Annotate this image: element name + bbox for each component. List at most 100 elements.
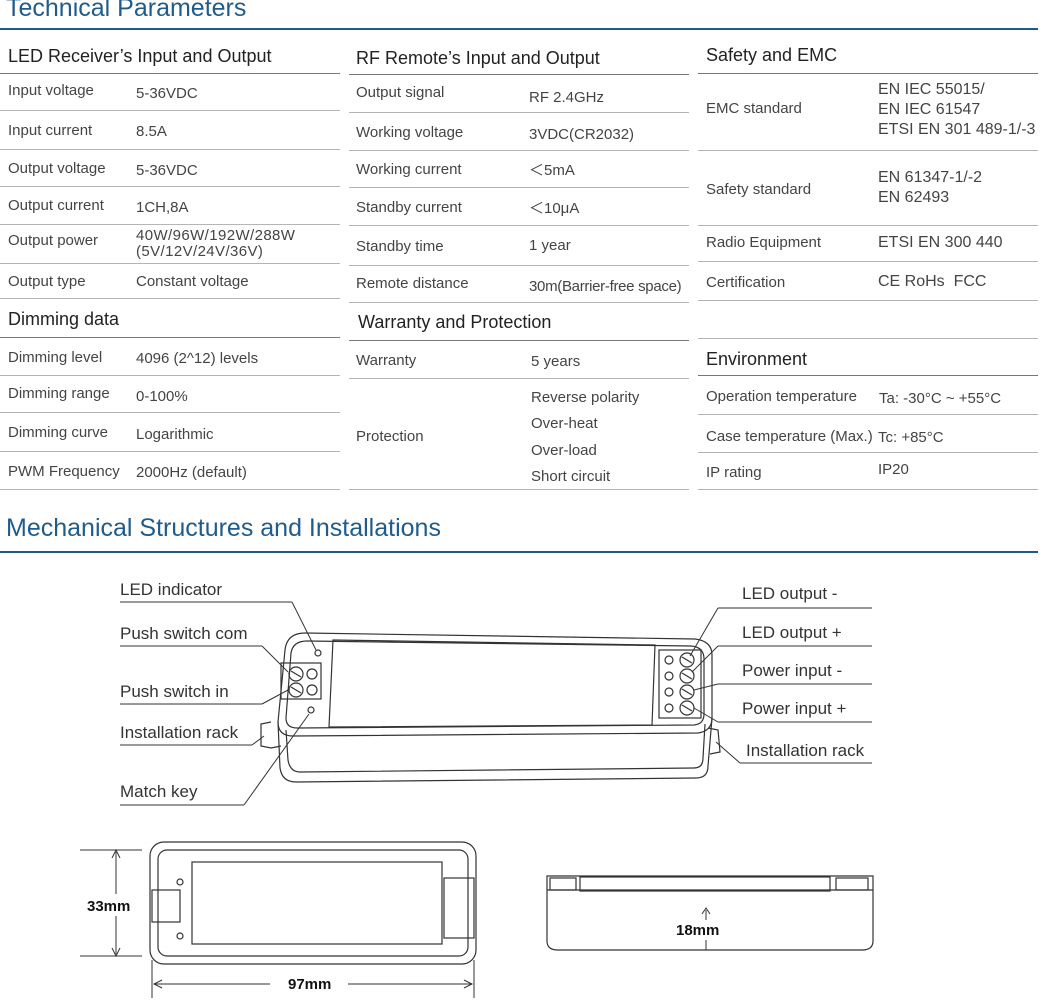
callout-led-output-minus: LED output - [742,584,838,603]
output-type-label: Output type [8,273,86,290]
dimming-level-label: Dimming level [8,349,103,366]
row-divider [698,261,1038,262]
row-divider [698,300,1038,301]
operation-temperature-label: Operation temperature [706,388,857,405]
protection-value-over-heat: Over-heat [531,415,598,432]
row-divider [0,186,340,187]
protection-value-over-load: Over-load [531,442,597,459]
radio-equipment-value: ETSI EN 300 440 [878,234,1003,251]
callout-led-output-plus: LED output + [742,623,842,642]
row-divider [0,489,340,490]
row-divider [349,378,689,379]
row-divider [698,73,1038,74]
callout-installation-rack-left: Installation rack [120,723,239,742]
standby-time-label: Standby time [356,238,444,255]
warranty-heading: Warranty and Protection [358,312,552,332]
protection-label: Protection [356,428,424,445]
input-current-label: Input current [8,122,93,139]
rf-remote-column: RF Remote’s Input and Output Output sign… [349,38,689,498]
row-divider [0,224,340,225]
row-divider [698,338,1038,339]
row-divider [698,375,1038,376]
emc-standard-value-2: EN IEC 61547 [878,101,981,118]
output-current-value: 1CH,8A [136,199,189,216]
warranty-label: Warranty [356,352,417,369]
case-temperature-label: Case temperature (Max.) [706,428,873,445]
input-voltage-value: 5-36VDC [136,85,198,102]
row-divider [0,149,340,150]
row-divider [349,340,689,341]
safety-standard-label: Safety standard [706,181,812,198]
callout-match-key: Match key [120,782,198,801]
row-divider [0,73,340,74]
row-divider [0,263,340,264]
remote-distance-label: Remote distance [356,275,469,292]
case-temperature-value: Tc: +85°C [878,429,944,446]
output-signal-label: Output signal [356,84,445,101]
dimming-heading: Dimming data [8,309,120,329]
row-divider [698,452,1038,453]
environment-heading: Environment [706,349,808,369]
dimension-depth: 18mm [676,922,720,939]
working-current-label: Working current [356,161,462,178]
remote-distance-value: 30m(Barrier-free space) [529,278,682,295]
row-divider [0,375,340,376]
row-divider [698,414,1038,415]
dimming-curve-value: Logarithmic [136,426,214,443]
dimming-range-value: 0-100% [136,388,188,405]
row-divider [0,298,340,299]
protection-value-short-circuit: Short circuit [531,468,611,485]
section-divider [0,551,1038,553]
emc-standard-label: EMC standard [706,100,802,117]
output-voltage-label: Output voltage [8,160,106,177]
dimension-height: 33mm [87,898,131,915]
technical-parameters-title: Technical Parameters [6,0,247,22]
working-current-value: ＜5mA [529,162,575,179]
pwm-frequency-value: 2000Hz (default) [136,464,247,481]
rf-remote-heading: RF Remote’s Input and Output [356,48,600,68]
callout-power-input-minus: Power input - [742,661,843,680]
emc-standard-value-1: EN IEC 55015/ [878,81,985,98]
output-signal-value: RF 2.4GHz [529,89,605,106]
led-receiver-column: LED Receiver’s Input and Output Input vo… [0,38,340,498]
row-divider [0,451,340,452]
certification-label: Certification [706,274,786,291]
row-divider [349,74,689,75]
row-divider [0,110,340,111]
standby-time-value: 1 year [529,237,571,254]
ip-rating-label: IP rating [706,464,762,481]
working-voltage-value: 3VDC(CR2032) [529,126,635,143]
row-divider [349,302,689,303]
working-voltage-label: Working voltage [356,124,464,141]
dimming-level-value: 4096 (2^12) levels [136,350,259,367]
row-divider [698,489,1038,490]
row-divider [0,337,340,338]
safety-standard-value-2: EN 62493 [878,189,950,206]
standby-current-value: ＜10μA [529,200,580,217]
warranty-value: 5 years [531,353,581,370]
row-divider [698,150,1038,151]
led-receiver-heading: LED Receiver’s Input and Output [8,46,272,66]
row-divider [349,150,689,151]
row-divider [698,225,1038,226]
callout-power-input-plus: Power input + [742,699,847,718]
section-divider [0,28,1038,30]
callout-push-switch-com: Push switch com [120,624,248,643]
operation-temperature-value: Ta: -30°C ~ +55°C [879,390,1002,407]
safety-standard-value-1: EN 61347-1/-2 [878,169,983,186]
row-divider [349,489,689,490]
row-divider [349,225,689,226]
output-power-label: Output power [8,232,99,249]
certification-value: CE RoHs FCC [878,273,987,290]
row-divider [349,187,689,188]
mechanical-title: Mechanical Structures and Installations [6,514,441,542]
pwm-frequency-label: PWM Frequency [8,463,120,480]
input-current-value: 8.5A [136,123,167,140]
output-voltage-value: 5-36VDC [136,162,198,179]
output-power-value-note: (5V/12V/24V/36V) [136,243,264,260]
row-divider [349,265,689,266]
callout-led-indicator: LED indicator [120,580,223,599]
output-type-value: Constant voltage [136,273,249,290]
ip-rating-value: IP20 [878,461,909,478]
safety-column: Safety and EMC EMC standard EN IEC 55015… [698,38,1038,498]
